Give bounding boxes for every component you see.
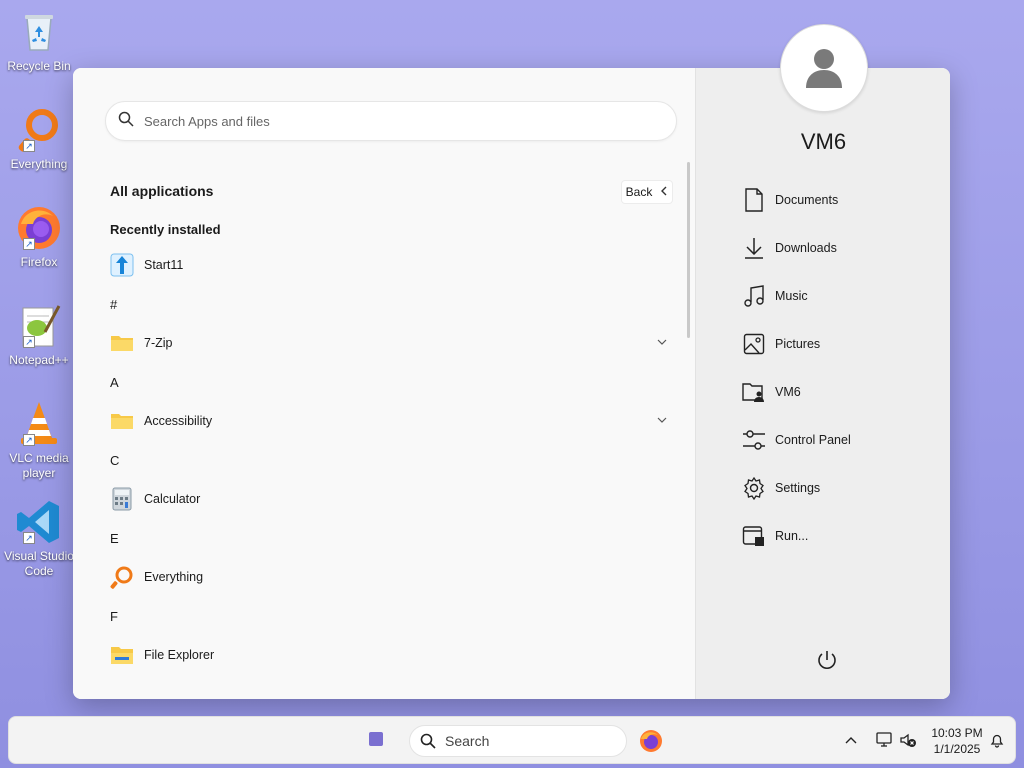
quick-link-label: Downloads	[775, 241, 837, 255]
back-label: Back	[625, 185, 653, 199]
letter-header-f[interactable]: F	[110, 597, 670, 635]
quick-link-label: Settings	[775, 481, 821, 495]
calculator-icon	[110, 487, 134, 511]
notification-bell-icon[interactable]	[989, 732, 1005, 748]
everything-icon	[110, 565, 134, 589]
search-input[interactable]	[144, 113, 644, 129]
chevron-left-icon	[660, 185, 668, 199]
clock-date: 1/1/2025	[933, 742, 981, 756]
taskbar: Search 10:03 PM 1/1/2025	[8, 716, 1016, 764]
quick-link-settings[interactable]: Settings	[741, 464, 941, 512]
app-folder-7zip[interactable]: 7-Zip	[110, 323, 670, 363]
sliders-icon	[741, 427, 767, 453]
power-button[interactable]	[815, 648, 839, 672]
file-explorer-icon	[110, 643, 134, 667]
clock[interactable]: 10:03 PM 1/1/2025	[929, 725, 985, 757]
letter-header-hash[interactable]: #	[110, 285, 670, 323]
download-icon	[741, 235, 767, 261]
run-icon	[741, 523, 767, 549]
app-label: Start11	[144, 258, 184, 272]
search-icon	[118, 111, 134, 132]
letter-header-a[interactable]: A	[110, 363, 670, 401]
quick-link-label: Control Panel	[775, 433, 851, 447]
quick-link-run[interactable]: Run...	[741, 512, 941, 560]
quick-link-label: VM6	[775, 385, 801, 399]
recently-installed-header: Recently installed	[110, 221, 221, 237]
quick-link-pictures[interactable]: Pictures	[741, 320, 941, 368]
quick-link-label: Music	[775, 289, 808, 303]
power-icon	[818, 651, 836, 669]
app-label: Accessibility	[144, 414, 213, 428]
app-label: Everything	[144, 570, 204, 584]
desktop-icon-notepadpp[interactable]: ↗ Notepad++	[0, 302, 78, 368]
quick-link-control-panel[interactable]: Control Panel	[741, 416, 941, 464]
notepadpp-icon: ↗	[15, 302, 63, 350]
taskbar-firefox-icon[interactable]	[639, 729, 663, 753]
desktop-icon-recycle-bin[interactable]: Recycle Bin	[0, 8, 78, 74]
gear-icon	[741, 475, 767, 501]
quick-link-downloads[interactable]: Downloads	[741, 224, 941, 272]
firefox-icon: ↗	[15, 204, 63, 252]
taskbar-search-label: Search	[445, 733, 490, 749]
picture-icon	[741, 331, 767, 357]
desktop-icon-vscode[interactable]: ↗ Visual Studio Code	[0, 498, 78, 579]
network-icon[interactable]	[875, 731, 893, 749]
desktop-icon-label: Visual Studio Code	[4, 549, 74, 578]
quick-links: Documents Downloads Music Pictures VM6 C…	[741, 176, 941, 560]
desktop-icon-firefox[interactable]: ↗ Firefox	[0, 204, 78, 270]
quick-link-label: Documents	[775, 193, 839, 207]
desktop-icon-label: Notepad++	[9, 353, 69, 367]
start-menu: All applications Back Recently installed…	[73, 24, 950, 699]
app-label: 7-Zip	[144, 336, 173, 350]
app-folder-accessibility[interactable]: Accessibility	[110, 401, 670, 441]
quick-link-label: Run...	[775, 529, 809, 543]
desktop-icon-everything[interactable]: ↗ Everything	[0, 106, 78, 172]
app-item-calculator[interactable]: Calculator	[110, 479, 670, 519]
letter-header-e[interactable]: E	[110, 519, 670, 557]
user-name: VM6	[800, 129, 847, 154]
quick-link-vm6[interactable]: VM6	[741, 368, 941, 416]
clock-time: 10:03 PM	[931, 726, 983, 740]
taskbar-search[interactable]: Search	[409, 725, 627, 757]
desktop-icon-label: VLC media player	[9, 451, 69, 480]
chevron-down-icon[interactable]	[656, 336, 668, 348]
recycle-bin-icon	[15, 8, 63, 56]
music-note-icon	[741, 283, 767, 309]
desktop-icon-vlc[interactable]: ↗ VLC media player	[0, 400, 78, 481]
user-icon	[806, 49, 842, 88]
all-apps-title: All applications	[110, 183, 214, 199]
search-icon	[420, 733, 436, 749]
user-avatar[interactable]	[780, 24, 868, 112]
quick-link-documents[interactable]: Documents	[741, 176, 941, 224]
chevron-up-icon[interactable]	[843, 733, 859, 749]
document-icon	[741, 187, 767, 213]
app-item-start11[interactable]: Start11	[110, 245, 670, 285]
start-button[interactable]	[369, 732, 383, 746]
quick-link-label: Pictures	[775, 337, 821, 351]
start11-icon	[110, 253, 134, 277]
folder-icon	[110, 331, 134, 355]
app-list: Recently installed Start11 # 7-Zip A Acc…	[110, 213, 670, 675]
search-box[interactable]	[105, 101, 677, 141]
chevron-down-icon[interactable]	[656, 414, 668, 426]
everything-icon: ↗	[15, 106, 63, 154]
folder-icon	[110, 409, 134, 433]
vlc-cone-icon: ↗	[15, 400, 63, 448]
desktop-icon-label: Recycle Bin	[7, 59, 71, 73]
app-item-file-explorer[interactable]: File Explorer	[110, 635, 670, 675]
vscode-icon: ↗	[15, 498, 63, 546]
quick-link-music[interactable]: Music	[741, 272, 941, 320]
desktop-icon-label: Firefox	[20, 255, 58, 269]
apps-pane: All applications Back Recently installed…	[73, 68, 695, 699]
app-list-scrollbar[interactable]	[687, 162, 690, 338]
user-folder-icon	[741, 379, 767, 405]
user-pane: VM6 Documents Downloads Music Pictures V…	[695, 24, 950, 699]
desktop-icon-label: Everything	[10, 157, 68, 171]
volume-muted-icon[interactable]	[899, 731, 917, 749]
app-label: File Explorer	[144, 648, 215, 662]
letter-header-c[interactable]: C	[110, 441, 670, 479]
back-button[interactable]: Back	[621, 180, 673, 204]
app-item-everything[interactable]: Everything	[110, 557, 670, 597]
app-label: Calculator	[144, 492, 201, 506]
